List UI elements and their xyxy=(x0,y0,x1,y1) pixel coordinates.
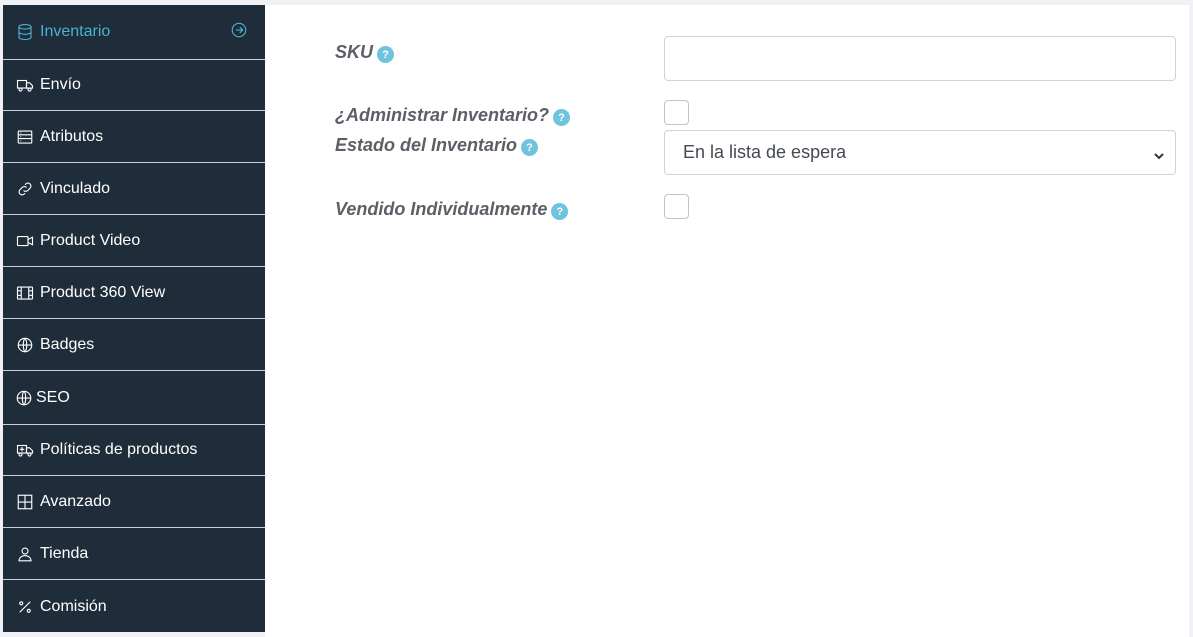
sidebar-item-label: SEO xyxy=(36,389,70,406)
film-icon xyxy=(14,282,36,304)
stock-status-label: Estado del Inventario ? xyxy=(335,135,539,156)
sidebar-item-label: Atributos xyxy=(40,128,104,145)
user-icon xyxy=(14,543,36,565)
sidebar-item-seo[interactable]: SEO xyxy=(3,372,265,425)
product-data-tabs: Inventario Envío Atributos Vinculado Pro… xyxy=(3,5,265,632)
sidebar-item-label: Product 360 View xyxy=(40,284,166,301)
sidebar-item-label: Badges xyxy=(40,336,95,353)
help-icon[interactable]: ? xyxy=(521,139,539,156)
truck-plus-icon xyxy=(14,439,36,461)
inventory-panel: SKU ? ¿Administrar Inventario? ? Estado … xyxy=(265,5,1189,637)
sold-individually-label: Vendido Individualmente ? xyxy=(335,199,569,220)
globe-icon xyxy=(13,387,35,409)
sidebar-item-vinculado[interactable]: Vinculado xyxy=(3,164,265,215)
sku-label-text: SKU xyxy=(335,42,374,62)
sidebar-item-label: Políticas de productos xyxy=(40,441,198,458)
truck-icon xyxy=(14,74,36,96)
sidebar-item-label: Tienda xyxy=(40,545,89,562)
sku-label: SKU ? xyxy=(335,42,395,63)
globe-icon xyxy=(14,334,36,356)
help-icon[interactable]: ? xyxy=(553,109,571,126)
sidebar-item-product-360-view[interactable]: Product 360 View xyxy=(3,268,265,319)
sidebar-item-atributos[interactable]: Atributos xyxy=(3,112,265,163)
sidebar-item-label: Vinculado xyxy=(40,180,110,197)
sold-individually-label-text: Vendido Individualmente xyxy=(335,199,548,219)
sidebar-item-politicas[interactable]: Políticas de productos xyxy=(3,425,265,476)
sidebar-item-inventario[interactable]: Inventario xyxy=(3,5,265,60)
sidebar-item-label: Product Video xyxy=(40,232,141,249)
help-icon[interactable]: ? xyxy=(551,203,569,220)
manage-stock-label-text: ¿Administrar Inventario? xyxy=(335,105,550,125)
sidebar-item-label: Envío xyxy=(40,76,81,93)
sku-input[interactable] xyxy=(664,36,1176,81)
chevron-down-icon xyxy=(1153,146,1165,160)
stock-status-selected-value: En la lista de espera xyxy=(683,142,847,162)
video-camera-icon xyxy=(14,230,36,252)
stock-status-select[interactable]: En la lista de espera xyxy=(664,130,1176,175)
sidebar-item-label: Avanzado xyxy=(40,493,111,510)
sidebar-item-label: Inventario xyxy=(40,23,111,40)
sidebar-item-tienda[interactable]: Tienda xyxy=(3,529,265,580)
grid-icon xyxy=(14,491,36,513)
sidebar-item-comision[interactable]: Comisión xyxy=(3,581,265,632)
stock-status-label-text: Estado del Inventario xyxy=(335,135,518,155)
database-icon xyxy=(14,21,36,43)
link-icon xyxy=(14,178,36,200)
arrow-right-circle-icon[interactable] xyxy=(230,21,248,39)
server-icon xyxy=(14,126,36,148)
sidebar-item-label: Comisión xyxy=(40,597,107,615)
manage-stock-checkbox[interactable] xyxy=(664,100,689,125)
sidebar-item-product-video[interactable]: Product Video xyxy=(3,216,265,267)
percent-icon xyxy=(14,596,36,618)
sidebar-item-avanzado[interactable]: Avanzado xyxy=(3,477,265,528)
sold-individually-checkbox[interactable] xyxy=(664,194,689,219)
manage-stock-label: ¿Administrar Inventario? ? xyxy=(335,105,571,126)
sidebar-item-envio[interactable]: Envío xyxy=(3,60,265,111)
help-icon[interactable]: ? xyxy=(377,46,395,63)
sidebar-item-badges[interactable]: Badges xyxy=(3,320,265,371)
